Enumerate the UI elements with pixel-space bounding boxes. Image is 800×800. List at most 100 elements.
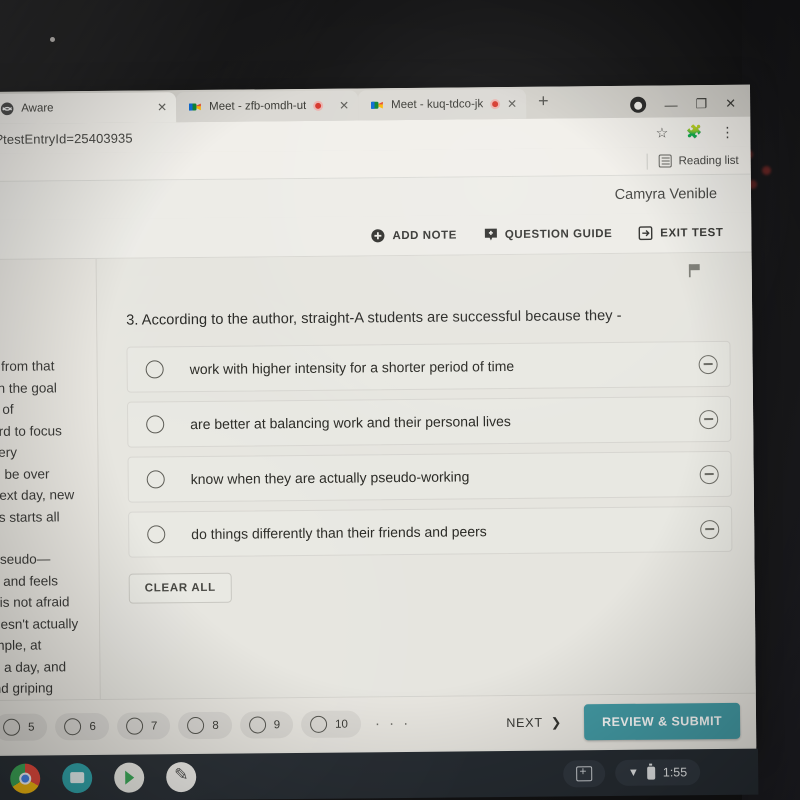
wifi-icon: ▼ [627,766,639,779]
photo-of-chromebook-screen: Aware ✕ Meet - zfb-omdh-ut ✕ Meet - kuq-… [0,0,800,800]
reading-list-button[interactable]: Reading list [679,154,739,167]
google-meet-icon [188,103,201,111]
passage-line: s a day, and [0,658,67,675]
radio-unselected-icon [3,718,21,736]
restore-button[interactable]: ❐ [696,96,708,112]
review-and-submit-button[interactable]: REVIEW & SUBMIT [583,702,741,740]
passage-line: mple, at [0,637,42,653]
browser-tab-meet-1[interactable]: Meet - zfb-omdh-ut ✕ [176,90,359,123]
reading-passage-pane[interactable]: y from that ith the goal a of ard to foc… [0,258,101,700]
close-window-button[interactable]: ✕ [725,96,736,112]
address-bar-url[interactable]: g?testEntryId=25403935 [0,130,133,146]
divider [646,153,648,170]
footer-actions: NEXT ❯ REVIEW & SUBMIT [506,702,741,740]
question-nav-item-6[interactable]: 6 [55,712,110,741]
question-nav-overflow[interactable]: · · · [369,715,411,732]
google-meet-icon [370,101,383,109]
close-icon[interactable]: ✕ [157,100,167,114]
app-footer: 5 6 7 8 9 10 · · · NEXT ❯ REVIEW & SUBMI… [0,692,757,754]
next-button[interactable]: NEXT ❯ [506,715,562,731]
recording-indicator-icon [490,99,501,110]
answer-choice-b[interactable]: are better at balancing work and their p… [126,395,732,448]
screen-capture-button[interactable] [562,759,606,787]
passage-line: ss starts all [0,508,60,525]
chrome-app-icon[interactable] [10,763,41,794]
question-nav-item-8[interactable]: 8 [178,711,232,740]
circle-minus-icon[interactable] [698,354,718,374]
passage-line: y from that [0,358,55,374]
passage-line: next day, new [0,487,75,503]
browser-tab-aware[interactable]: Aware ✕ [0,92,177,124]
status-tray-button[interactable]: ▼ 1:55 [614,759,701,786]
radio-unselected-icon [310,715,328,733]
passage-line: ard to focus [0,422,62,439]
omnibox-actions: ☆ 🧩 ⋮ [656,123,751,141]
user-name: Camyra Venible [614,186,718,203]
tab-title: Meet - kuq-tdco-jkz [391,98,484,112]
question-number: 7 [150,719,158,732]
passage-line: ith the goal [0,379,57,396]
question-guide-button[interactable]: QUESTION GUIDE [483,226,613,242]
answer-choice-d[interactable]: do things differently than their friends… [128,505,733,558]
passage-line: a of [0,401,14,417]
answer-choice-c[interactable]: know when they are actually pseudo-worki… [127,450,732,503]
passage-line: l is not afraid [0,594,70,610]
question-number: 10 [335,718,348,731]
minimize-button[interactable]: — [665,97,678,112]
passage-line: pseudo— [0,551,51,567]
radio-unselected-icon [248,716,266,734]
circle-minus-icon[interactable] [699,409,719,429]
browser-tab-meet-2[interactable]: Meet - kuq-tdco-jkz ✕ [358,88,527,121]
radio-unselected-icon[interactable] [146,470,165,489]
bookmark-star-icon[interactable]: ☆ [656,124,669,141]
question-nav-item-9[interactable]: 9 [239,711,294,739]
answer-choice-label: do things differently than their friends… [191,523,487,543]
google-play-app-icon[interactable] [114,762,145,793]
radio-unselected-icon[interactable] [147,525,166,544]
next-label: NEXT [506,715,543,730]
recording-indicator-icon [313,100,324,111]
close-icon[interactable]: ✕ [339,99,349,113]
radio-unselected-icon [187,716,205,735]
answer-choice-label: know when they are actually pseudo-worki… [190,468,470,488]
profile-avatar-icon[interactable] [630,96,647,113]
circle-minus-icon[interactable] [700,519,720,539]
chevron-right-icon: ❯ [550,715,563,730]
question-number: 5 [28,721,35,734]
question-guide-label: QUESTION GUIDE [504,227,613,241]
question-nav-item-10[interactable]: 10 [300,710,362,739]
reading-list-icon [658,154,672,168]
close-icon[interactable]: ✕ [507,97,517,111]
question-pane: 3. According to the author, straight-A s… [96,252,756,699]
exit-test-button[interactable]: EXIT TEST [638,225,723,241]
screen-bezel-top [0,0,800,92]
app-body: y from that ith the goal a of ard to foc… [0,252,756,700]
new-tab-button[interactable]: + [526,90,561,115]
radio-unselected-icon[interactable] [145,360,164,379]
question-text: 3. According to the author, straight-A s… [126,307,622,329]
answer-choice-a[interactable]: work with higher intensity for a shorter… [126,340,731,393]
passage-line: ill be over [0,465,50,482]
radio-unselected-icon[interactable] [146,415,165,434]
radio-unselected-icon [125,717,143,735]
question-nav-item-7[interactable]: 7 [116,712,171,740]
circle-minus-icon[interactable] [699,464,719,484]
shelf-app-list [0,761,197,794]
clear-all-button[interactable]: CLEAR ALL [128,572,232,604]
dust-speck [50,37,55,42]
flag-icon[interactable] [688,263,702,278]
exit-test-label: EXIT TEST [660,226,724,240]
red-light-reflection [762,166,771,175]
question-guide-icon [484,228,497,241]
question-number: 9 [273,718,281,731]
battery-icon [646,766,655,780]
add-note-button[interactable]: ADD NOTE [370,228,457,244]
chromebook-screen: Aware ✕ Meet - zfb-omdh-ut ✕ Meet - kuq-… [0,84,757,760]
aware-icon [0,102,14,116]
teal-app-icon[interactable] [62,762,93,794]
question-nav-item-5[interactable]: 5 [0,713,48,741]
extensions-puzzle-icon[interactable]: 🧩 [686,124,702,140]
kebab-menu-icon[interactable]: ⋮ [720,123,734,140]
notes-app-icon[interactable] [166,761,197,793]
